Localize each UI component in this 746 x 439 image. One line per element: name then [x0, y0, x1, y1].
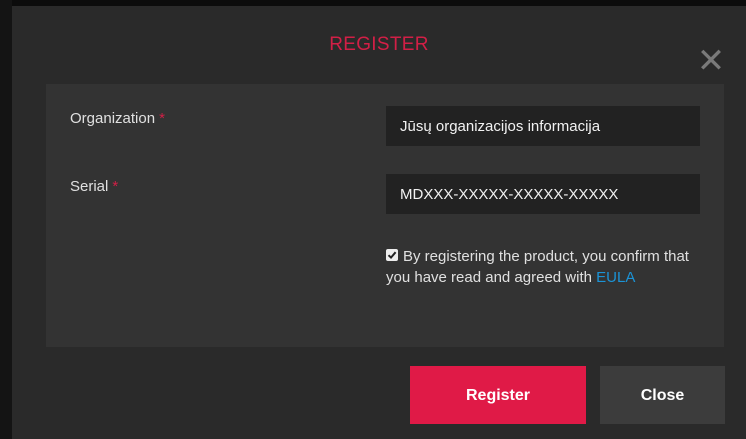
agreement-checkbox[interactable] — [386, 249, 398, 261]
eula-link[interactable]: EULA — [596, 269, 635, 286]
organization-input[interactable] — [386, 106, 700, 146]
required-mark: * — [159, 110, 165, 127]
organization-label: Organization * — [70, 110, 165, 127]
register-dialog: REGISTER ✕ Organization* Serial* By regi… — [12, 6, 746, 439]
register-button[interactable]: Register — [410, 366, 586, 424]
organization-label-text: Organization — [70, 110, 156, 127]
serial-label: Serial * — [70, 178, 118, 195]
close-icon[interactable]: ✕ — [696, 44, 726, 78]
dialog-title: REGISTER — [329, 34, 429, 55]
serial-input[interactable] — [386, 174, 700, 214]
close-button[interactable]: Close — [600, 366, 725, 424]
form-panel: Organization* Serial* By registering the… — [46, 84, 724, 347]
background-left-strip — [0, 0, 12, 439]
checkmark-icon — [387, 251, 397, 260]
serial-label-text: Serial — [70, 178, 109, 195]
agreement-row: By registering the product, you confirm … — [386, 246, 706, 288]
required-mark: * — [112, 178, 119, 195]
agreement-text: By registering the product, you confirm … — [386, 248, 689, 286]
